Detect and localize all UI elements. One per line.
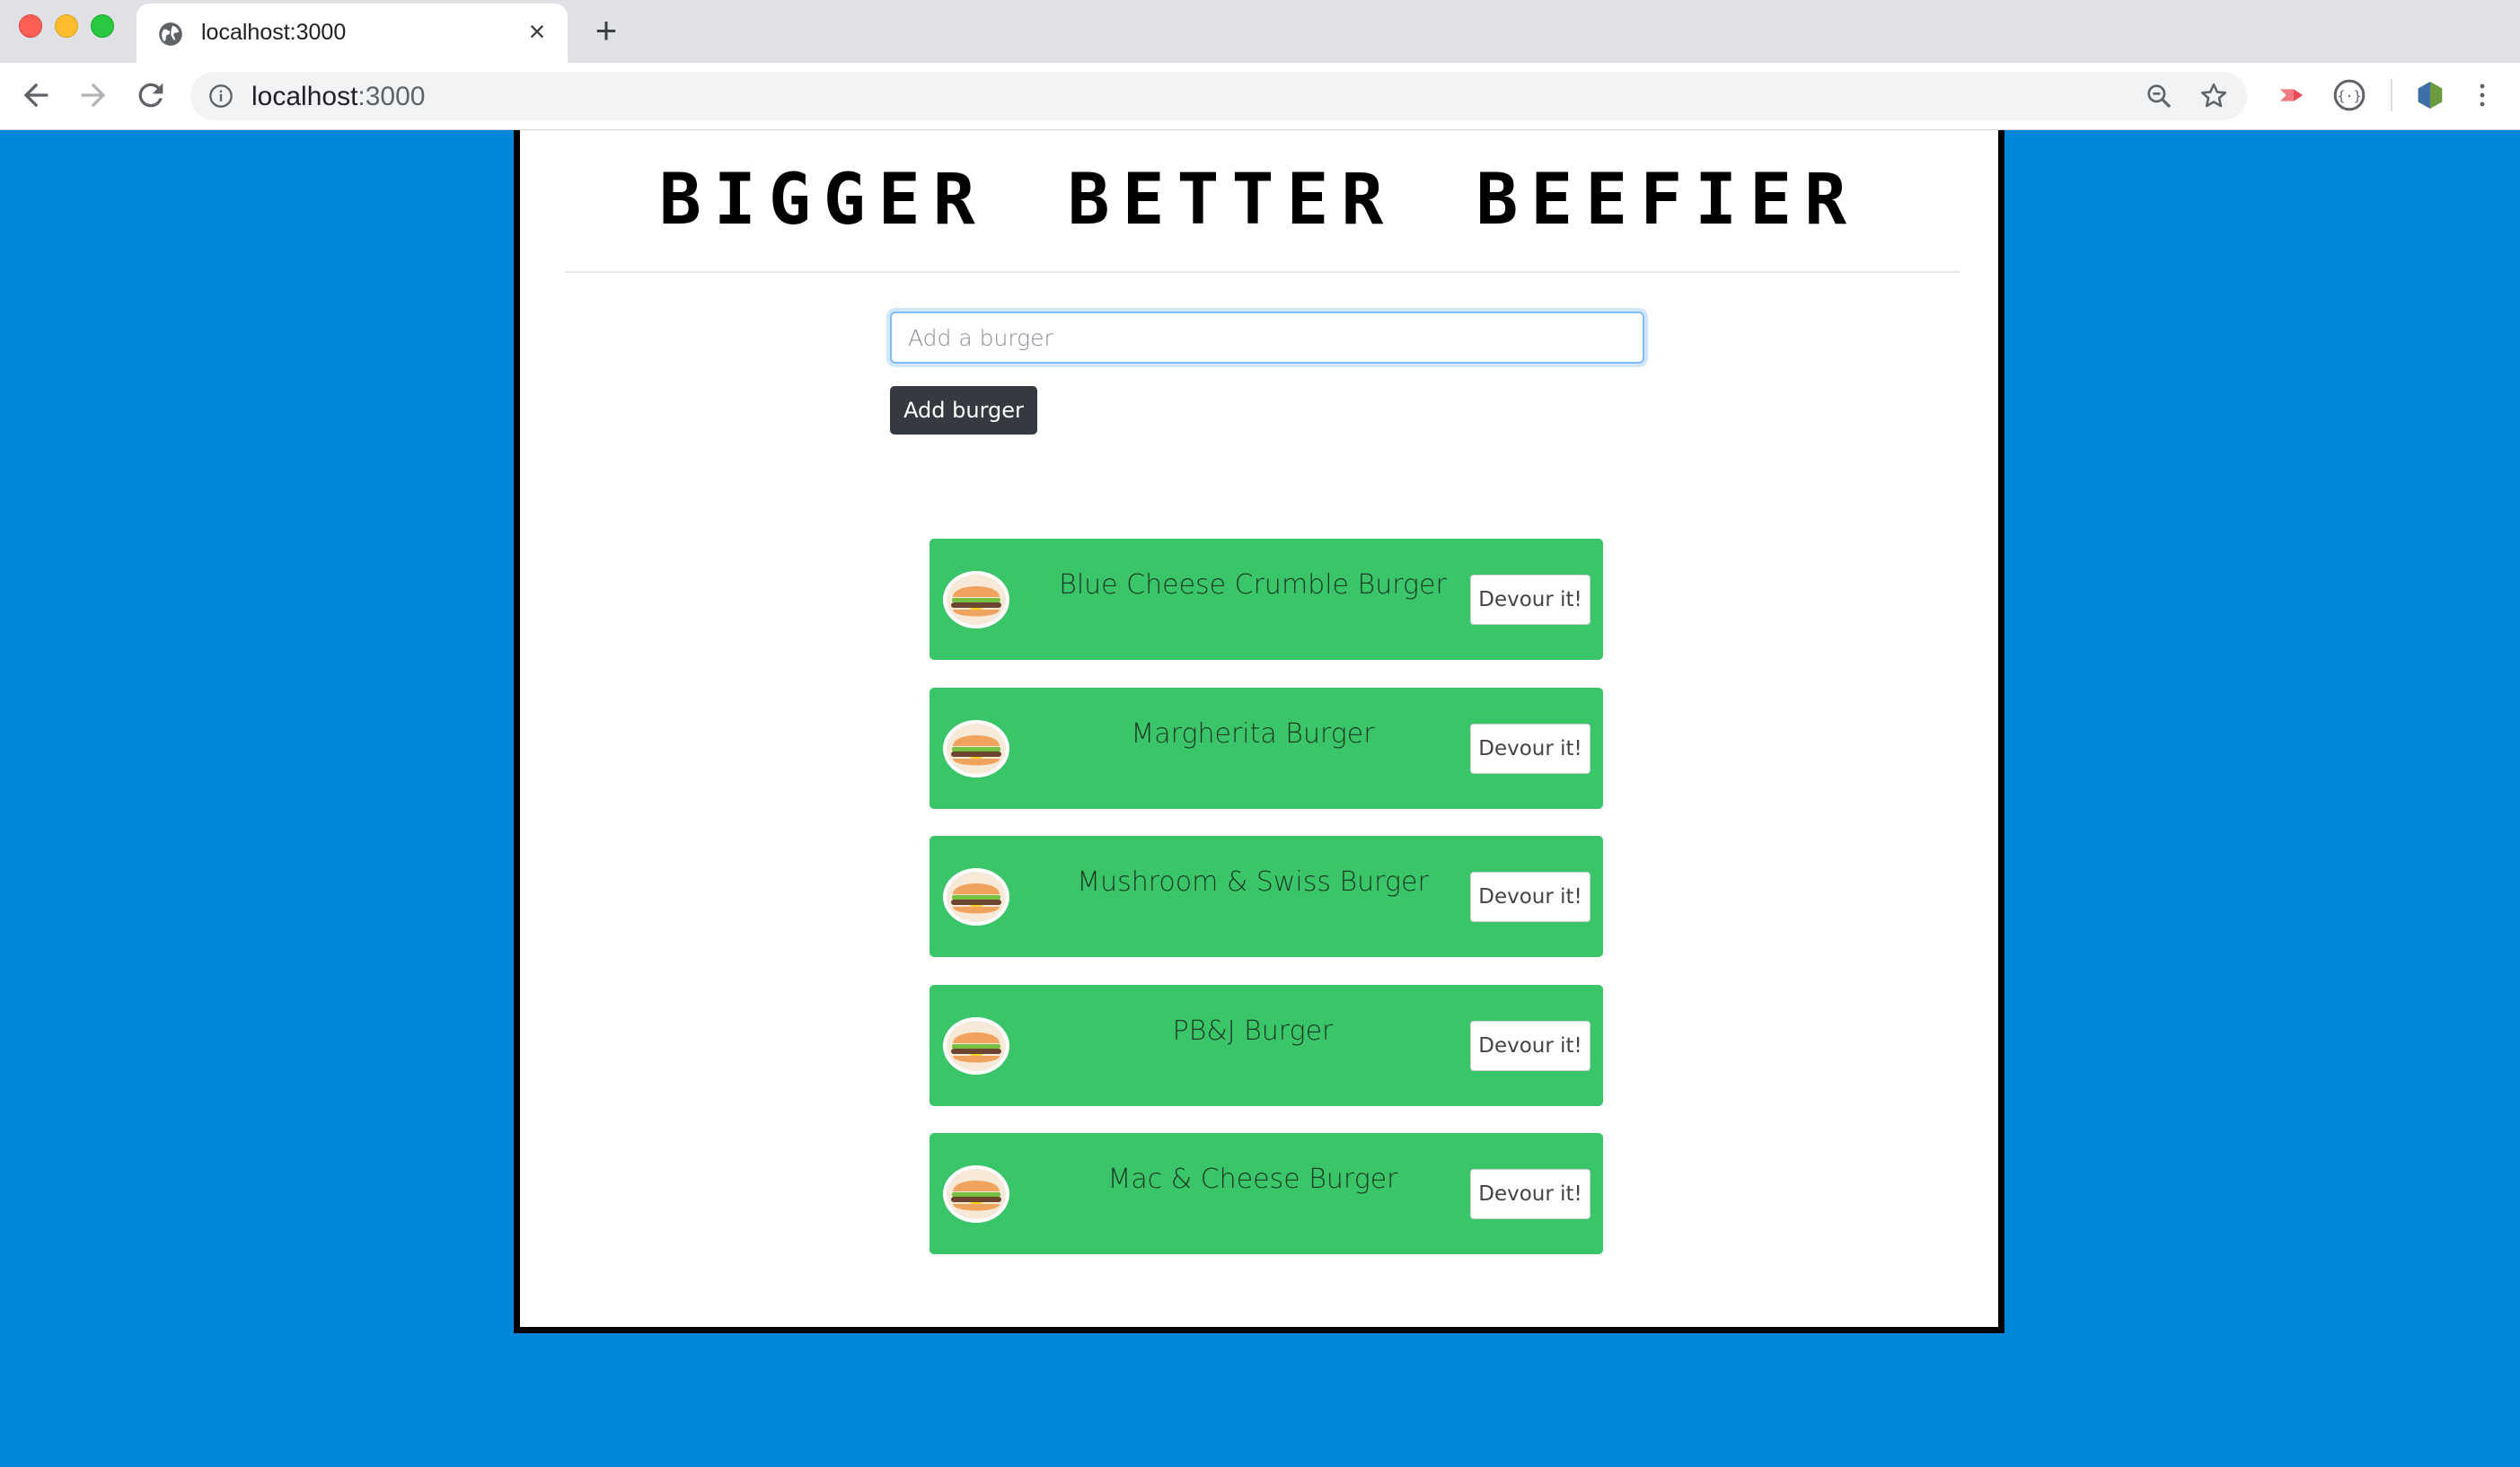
page-viewport: BIGGER BETTER BEEFIER Add burger Blue Ch…	[0, 130, 2520, 1467]
devour-button[interactable]: Devour it!	[1470, 872, 1590, 922]
zoom-icon[interactable]	[2145, 82, 2173, 110]
browser-tab[interactable]: localhost:3000 ×	[137, 4, 568, 63]
extension-red-icon[interactable]	[2276, 77, 2312, 113]
back-icon[interactable]	[18, 77, 54, 113]
burger-icon	[943, 868, 1009, 926]
burger-name: Mushroom & Swiss Burger	[1077, 866, 1429, 898]
burger-icon	[943, 720, 1009, 777]
extension-code-icon[interactable]: {·}	[2331, 77, 2367, 113]
menu-icon[interactable]	[2470, 77, 2497, 113]
close-icon[interactable]: ×	[523, 17, 551, 47]
page-title: BIGGER BETTER BEEFIER	[658, 160, 1860, 241]
tab-title: localhost:3000	[201, 20, 347, 45]
url-host: localhost	[251, 82, 358, 111]
burger-input[interactable]	[890, 312, 1644, 364]
address-bar[interactable]: localhost:3000	[190, 72, 2247, 120]
info-icon[interactable]	[208, 83, 233, 109]
title-divider	[565, 271, 1960, 273]
main-container: BIGGER BETTER BEEFIER Add burger Blue Ch…	[514, 130, 2005, 1333]
forward-icon[interactable]	[75, 77, 111, 113]
burger-card: Margherita Burger Devour it!	[930, 688, 1603, 809]
burger-name: Mac & Cheese Burger	[1107, 1164, 1398, 1195]
burger-icon	[943, 571, 1009, 628]
devour-button[interactable]: Devour it!	[1470, 1169, 1590, 1219]
devour-button[interactable]: Devour it!	[1470, 575, 1590, 625]
add-burger-button[interactable]: Add burger	[890, 386, 1037, 435]
browser-toolbar: localhost:3000	[0, 63, 2520, 130]
svg-text:{·}: {·}	[2337, 88, 2361, 104]
devour-button[interactable]: Devour it!	[1470, 724, 1590, 774]
toolbar-divider	[2391, 79, 2392, 111]
burger-name: Margherita Burger	[1131, 718, 1375, 750]
burger-icon	[943, 1165, 1009, 1223]
url-port: :3000	[357, 82, 426, 111]
star-icon[interactable]	[2198, 81, 2229, 111]
url-text: localhost:3000	[251, 82, 425, 112]
close-window-button[interactable]	[19, 14, 42, 38]
burger-name: Blue Cheese Crumble Burger	[1059, 569, 1447, 601]
reload-icon[interactable]	[133, 77, 169, 113]
burger-card: Mushroom & Swiss Burger Devour it!	[930, 836, 1603, 957]
profile-extension-icon[interactable]	[2412, 77, 2448, 113]
burger-icon	[943, 1017, 1009, 1075]
devour-button[interactable]: Devour it!	[1470, 1021, 1590, 1071]
burger-card: Blue Cheese Crumble Burger Devour it!	[930, 539, 1603, 660]
burger-name: PB&J Burger	[1172, 1015, 1334, 1047]
burger-list: Blue Cheese Crumble Burger Devour it! Ma…	[930, 539, 1603, 1283]
burger-card: Mac & Cheese Burger Devour it!	[930, 1133, 1603, 1254]
burger-card: PB&J Burger Devour it!	[930, 985, 1603, 1106]
globe-icon	[159, 22, 182, 46]
plus-icon[interactable]: +	[589, 12, 623, 49]
browser-titlebar: localhost:3000 × +	[0, 0, 2520, 63]
minimize-window-button[interactable]	[55, 14, 78, 38]
maximize-window-button[interactable]	[91, 14, 114, 38]
